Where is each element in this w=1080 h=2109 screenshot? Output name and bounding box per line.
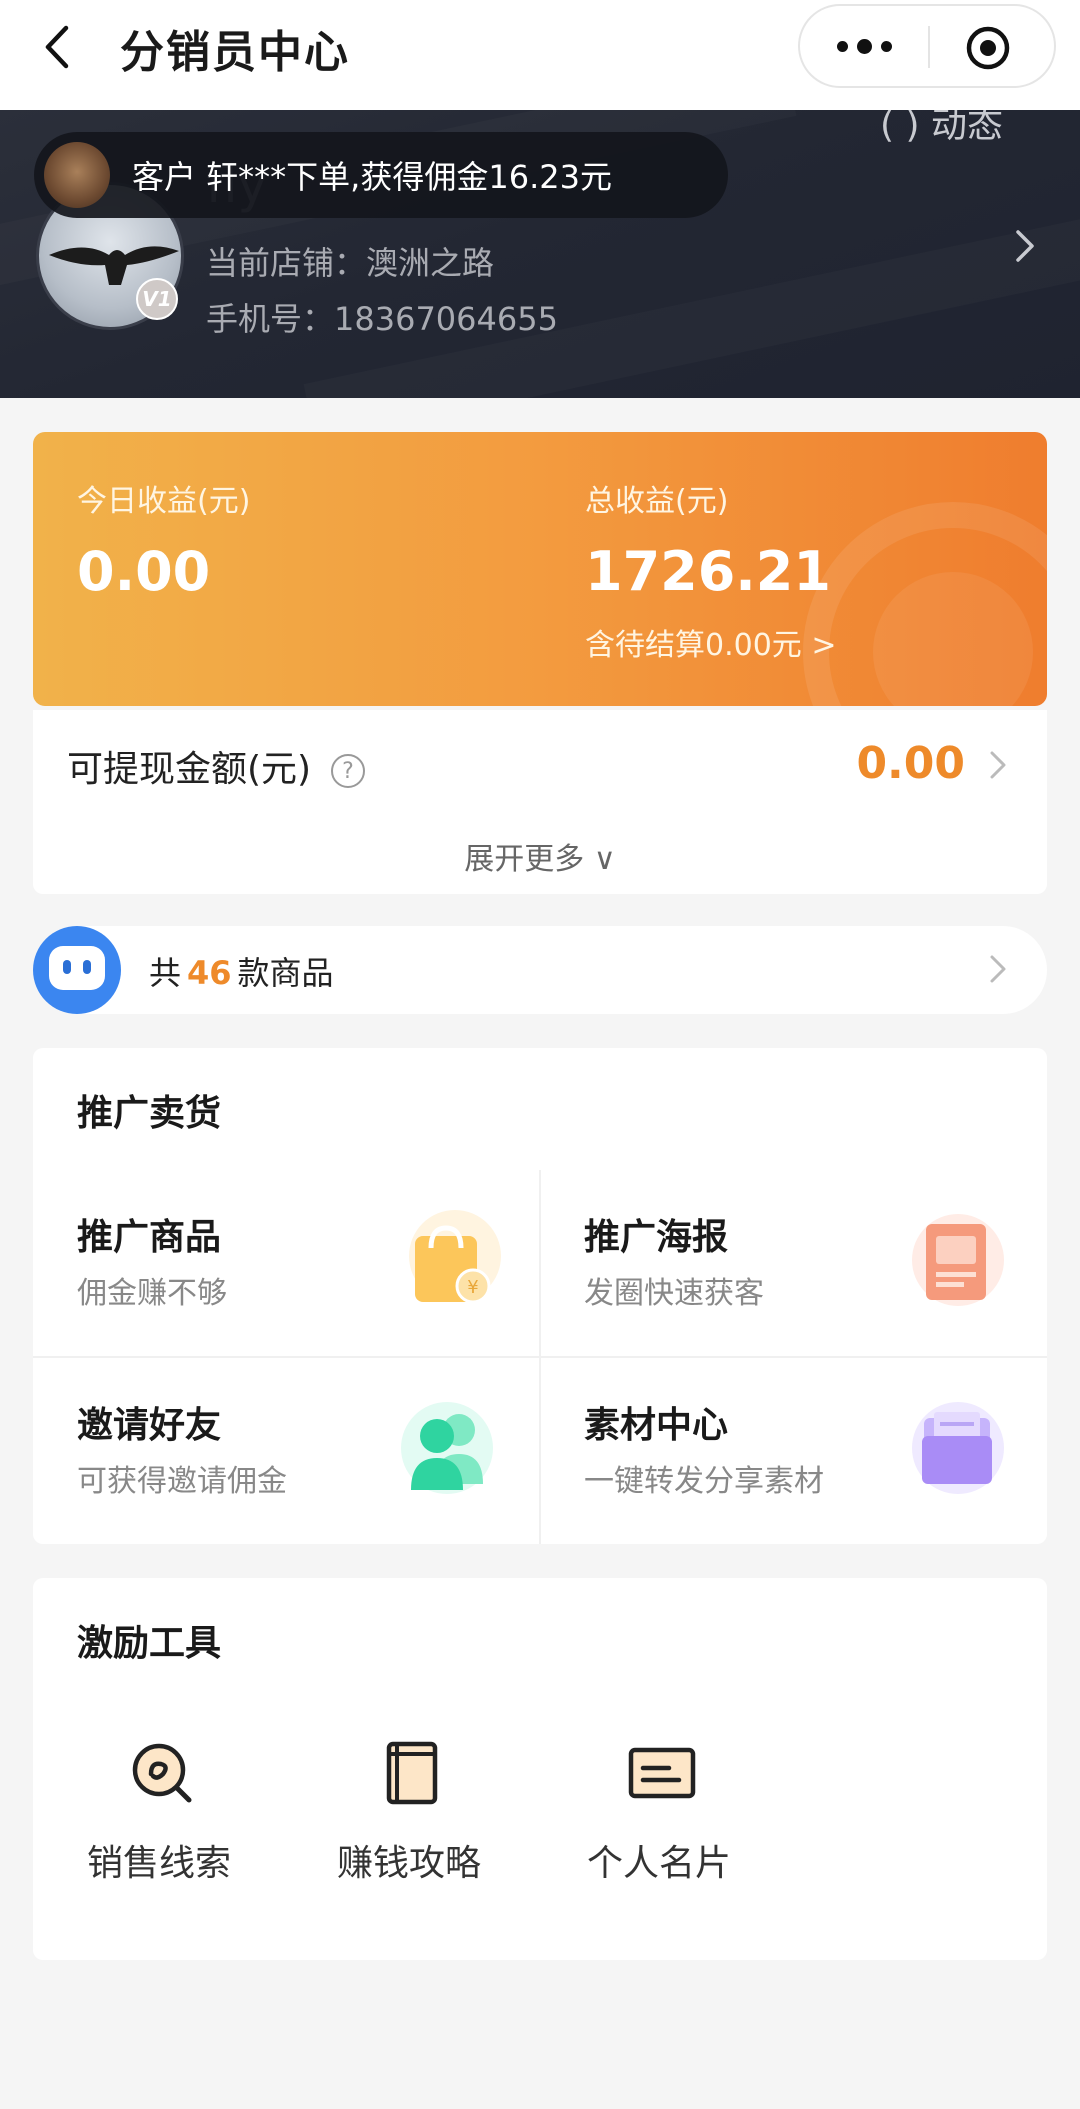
product-count-suffix: 款商品 <box>237 954 334 992</box>
robot-icon <box>33 926 121 1014</box>
target-icon[interactable] <box>964 24 1012 72</box>
withdrawable-label: 可提现金额(元) <box>67 749 312 790</box>
sales-leads-entry[interactable]: 销售线索 <box>59 1738 259 1928</box>
notification-text: 客户 轩***下单,获得佣金16.23元 <box>132 158 612 196</box>
cell-title: 推广商品 <box>77 1217 222 1258</box>
pending-settlement-link[interactable]: 含待结算0.00元 > <box>585 620 836 664</box>
product-count-number: 46 <box>187 954 232 992</box>
cell-title: 邀请好友 <box>77 1405 222 1446</box>
cell-subtitle: 发圈快速获客 <box>584 1276 764 1311</box>
today-earnings-label: 今日收益(元) <box>77 484 251 519</box>
section-title: 推广卖货 <box>77 1093 222 1134</box>
mini-program-capsule <box>798 4 1056 88</box>
vip-badge: V1 <box>136 278 178 320</box>
svg-text:¥: ¥ <box>467 1277 478 1298</box>
back-icon[interactable] <box>38 22 78 72</box>
customer-avatar <box>44 142 110 208</box>
nav-bar: 分销员中心 <box>0 0 1080 110</box>
poster-icon <box>912 1214 1004 1306</box>
incentive-tools-section: 激励工具 销售线索 赚钱攻略 个人名片 <box>33 1578 1047 1960</box>
sales-lead-icon <box>132 1743 192 1803</box>
tool-label: 个人名片 <box>586 1843 731 1884</box>
product-count-prefix: 共 <box>149 954 182 992</box>
withdrawable-value[interactable]: 0.00 <box>856 738 965 789</box>
activity-link[interactable]: ( ) 动态 <box>880 110 1003 148</box>
cell-subtitle: 佣金赚不够 <box>77 1276 227 1311</box>
material-center-entry[interactable]: 素材中心 一键转发分享素材 <box>540 1358 1047 1544</box>
product-count-bar[interactable]: 共 46 款商品 <box>33 926 1047 1014</box>
distributor-header[interactable]: ( ) 动态 V1 fly 当前店铺：澳洲之路 手机号：18367064655 … <box>0 110 1080 398</box>
friends-icon <box>401 1402 493 1494</box>
business-card-icon <box>628 1747 696 1799</box>
folder-icon <box>912 1402 1004 1494</box>
withdrawable-panel: 可提现金额(元) ? 0.00 展开更多 ∨ <box>33 710 1047 894</box>
promote-poster-entry[interactable]: 推广海报 发圈快速获客 <box>540 1170 1047 1356</box>
earnings-card: 今日收益(元) 0.00 总收益(元) 1726.21 含待结算0.00元 > <box>33 432 1047 706</box>
tool-label: 销售线索 <box>86 1843 231 1884</box>
shopping-bag-icon: ¥ <box>409 1210 501 1304</box>
invite-friends-entry[interactable]: 邀请好友 可获得邀请佣金 <box>33 1358 540 1544</box>
cell-title: 素材中心 <box>584 1405 729 1446</box>
chevron-right-icon[interactable] <box>989 954 1007 984</box>
page-title: 分销员中心 <box>120 27 350 78</box>
more-dots-icon[interactable] <box>800 6 928 86</box>
help-icon[interactable]: ? <box>331 754 365 788</box>
tool-label: 赚钱攻略 <box>336 1843 481 1884</box>
today-earnings-value: 0.00 <box>77 540 211 603</box>
expand-more-button[interactable]: 展开更多 ∨ <box>33 834 1047 878</box>
total-earnings-value: 1726.21 <box>585 540 831 603</box>
earning-guide-entry[interactable]: 赚钱攻略 <box>309 1738 509 1928</box>
chevron-right-icon[interactable] <box>1010 226 1040 266</box>
cell-title: 推广海报 <box>584 1217 729 1258</box>
capsule-divider <box>928 26 930 68</box>
product-count-text: 共 46 款商品 <box>149 948 334 994</box>
section-title: 激励工具 <box>77 1623 222 1664</box>
chevron-right-icon[interactable] <box>989 750 1007 780</box>
promote-products-entry[interactable]: 推广商品 佣金赚不够 ¥ <box>33 1170 540 1356</box>
total-earnings-label: 总收益(元) <box>585 484 729 519</box>
promote-section: 推广卖货 推广商品 佣金赚不够 ¥ 推广海报 发圈快速获客 邀请好友 可获得邀请… <box>33 1048 1047 1544</box>
business-card-entry[interactable]: 个人名片 <box>559 1738 759 1928</box>
cell-subtitle: 一键转发分享素材 <box>584 1464 824 1499</box>
current-shop: 当前店铺：澳洲之路 <box>206 244 495 282</box>
phone-number: 手机号：18367064655 <box>206 300 558 338</box>
guide-book-icon <box>386 1741 438 1805</box>
cell-subtitle: 可获得邀请佣金 <box>77 1464 287 1499</box>
order-notification: 客户 轩***下单,获得佣金16.23元 <box>34 132 728 218</box>
